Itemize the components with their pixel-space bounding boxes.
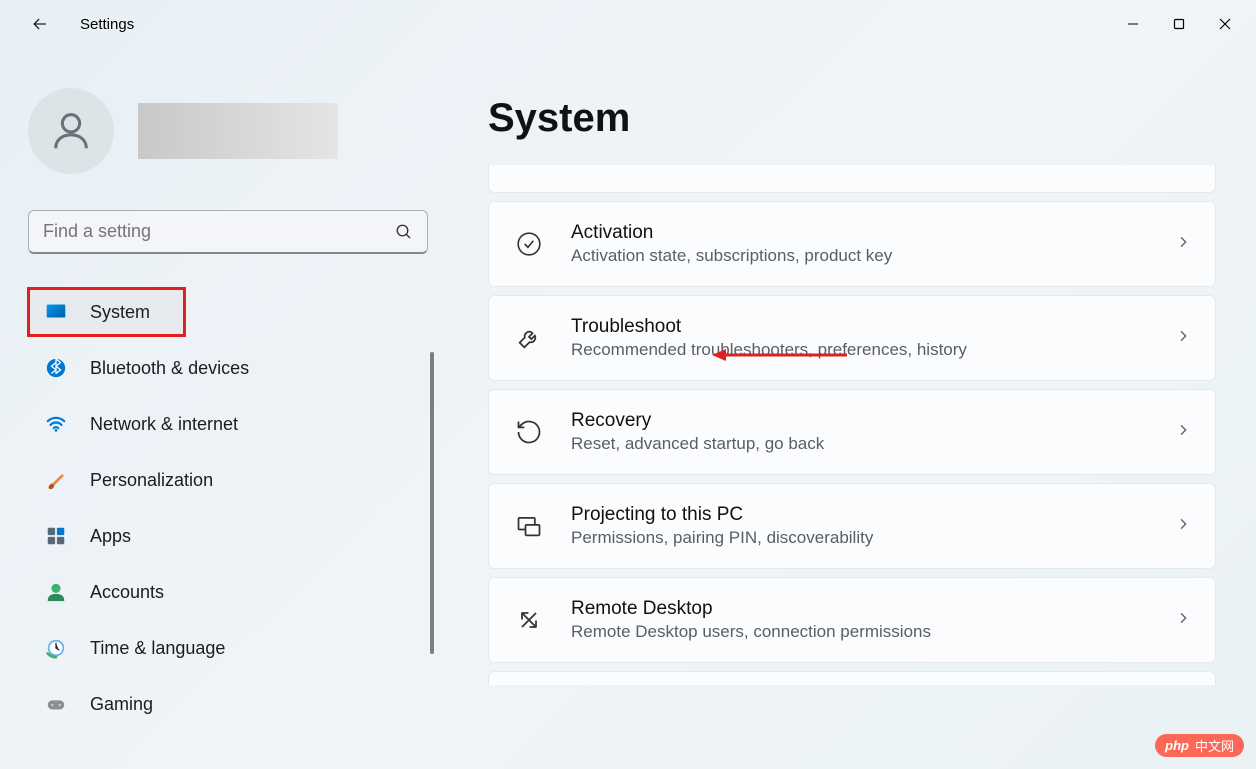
watermark: php 中文网 [1155, 734, 1244, 757]
paintbrush-icon [44, 468, 68, 492]
sidebar-item-label: Gaming [90, 694, 153, 715]
chevron-right-icon [1175, 610, 1191, 631]
close-icon [1219, 18, 1231, 30]
sidebar-item-label: Accounts [90, 582, 164, 603]
sidebar-item-gaming[interactable]: Gaming [28, 680, 428, 728]
window-controls [1110, 8, 1248, 40]
sidebar-item-label: Apps [90, 526, 131, 547]
card-subtitle: Recommended troubleshooters, preferences… [571, 340, 1175, 360]
sidebar-item-time[interactable]: Time & language [28, 624, 428, 672]
sidebar-item-label: Personalization [90, 470, 213, 491]
sidebar-item-accounts[interactable]: Accounts [28, 568, 428, 616]
minimize-button[interactable] [1110, 8, 1156, 40]
person-icon [48, 108, 94, 154]
sidebar-item-label: Network & internet [90, 414, 238, 435]
sidebar-item-bluetooth[interactable]: Bluetooth & devices [28, 344, 428, 392]
sidebar-item-label: System [90, 302, 150, 323]
recovery-icon [513, 416, 545, 448]
sidebar: System Bluetooth & devices Network & int… [0, 48, 440, 769]
activation-icon [513, 228, 545, 260]
sidebar-scrollbar[interactable] [430, 352, 434, 654]
chevron-right-icon [1175, 328, 1191, 349]
settings-card-remote-desktop[interactable]: Remote Desktop Remote Desktop users, con… [488, 577, 1216, 663]
search-icon [395, 223, 413, 241]
user-section [28, 88, 428, 174]
minimize-icon [1127, 18, 1139, 30]
clock-icon [44, 636, 68, 660]
card-title: Troubleshoot [571, 316, 1175, 338]
sidebar-item-label: Time & language [90, 638, 225, 659]
projecting-icon [513, 510, 545, 542]
card-title: Remote Desktop [571, 598, 1175, 620]
wifi-icon [44, 412, 68, 436]
settings-card-recovery[interactable]: Recovery Reset, advanced startup, go bac… [488, 389, 1216, 475]
app-title: Settings [80, 16, 134, 33]
main-content: System Activation Activation state, subs… [440, 48, 1256, 769]
maximize-button[interactable] [1156, 8, 1202, 40]
system-icon [44, 300, 68, 324]
titlebar: Settings [0, 0, 1256, 48]
card-subtitle: Activation state, subscriptions, product… [571, 246, 1175, 266]
settings-card-partial[interactable] [488, 671, 1216, 685]
sidebar-item-personalization[interactable]: Personalization [28, 456, 428, 504]
back-button[interactable] [20, 4, 60, 44]
card-subtitle: Reset, advanced startup, go back [571, 434, 1175, 454]
username-placeholder [138, 103, 338, 159]
chevron-right-icon [1175, 516, 1191, 537]
settings-card-projecting[interactable]: Projecting to this PC Permissions, pairi… [488, 483, 1216, 569]
troubleshoot-icon [513, 322, 545, 354]
nav-list: System Bluetooth & devices Network & int… [28, 288, 428, 728]
sidebar-item-system[interactable]: System [28, 288, 185, 336]
settings-card-troubleshoot[interactable]: Troubleshoot Recommended troubleshooters… [488, 295, 1216, 381]
sidebar-item-network[interactable]: Network & internet [28, 400, 428, 448]
back-arrow-icon [30, 14, 50, 34]
bluetooth-icon [44, 356, 68, 380]
card-subtitle: Permissions, pairing PIN, discoverabilit… [571, 528, 1175, 548]
gaming-icon [44, 692, 68, 716]
remote-desktop-icon [513, 604, 545, 636]
chevron-right-icon [1175, 234, 1191, 255]
settings-card-list: Activation Activation state, subscriptio… [488, 165, 1216, 685]
sidebar-item-apps[interactable]: Apps [28, 512, 428, 560]
apps-icon [44, 524, 68, 548]
settings-card-partial[interactable] [488, 165, 1216, 193]
chevron-right-icon [1175, 422, 1191, 443]
maximize-icon [1173, 18, 1185, 30]
card-subtitle: Remote Desktop users, connection permiss… [571, 622, 1175, 642]
card-title: Activation [571, 222, 1175, 244]
sidebar-item-label: Bluetooth & devices [90, 358, 249, 379]
card-title: Projecting to this PC [571, 504, 1175, 526]
close-button[interactable] [1202, 8, 1248, 40]
accounts-icon [44, 580, 68, 604]
avatar[interactable] [28, 88, 114, 174]
card-title: Recovery [571, 410, 1175, 432]
search-input[interactable] [43, 221, 395, 242]
search-box[interactable] [28, 210, 428, 254]
settings-card-activation[interactable]: Activation Activation state, subscriptio… [488, 201, 1216, 287]
page-title: System [488, 96, 1216, 141]
